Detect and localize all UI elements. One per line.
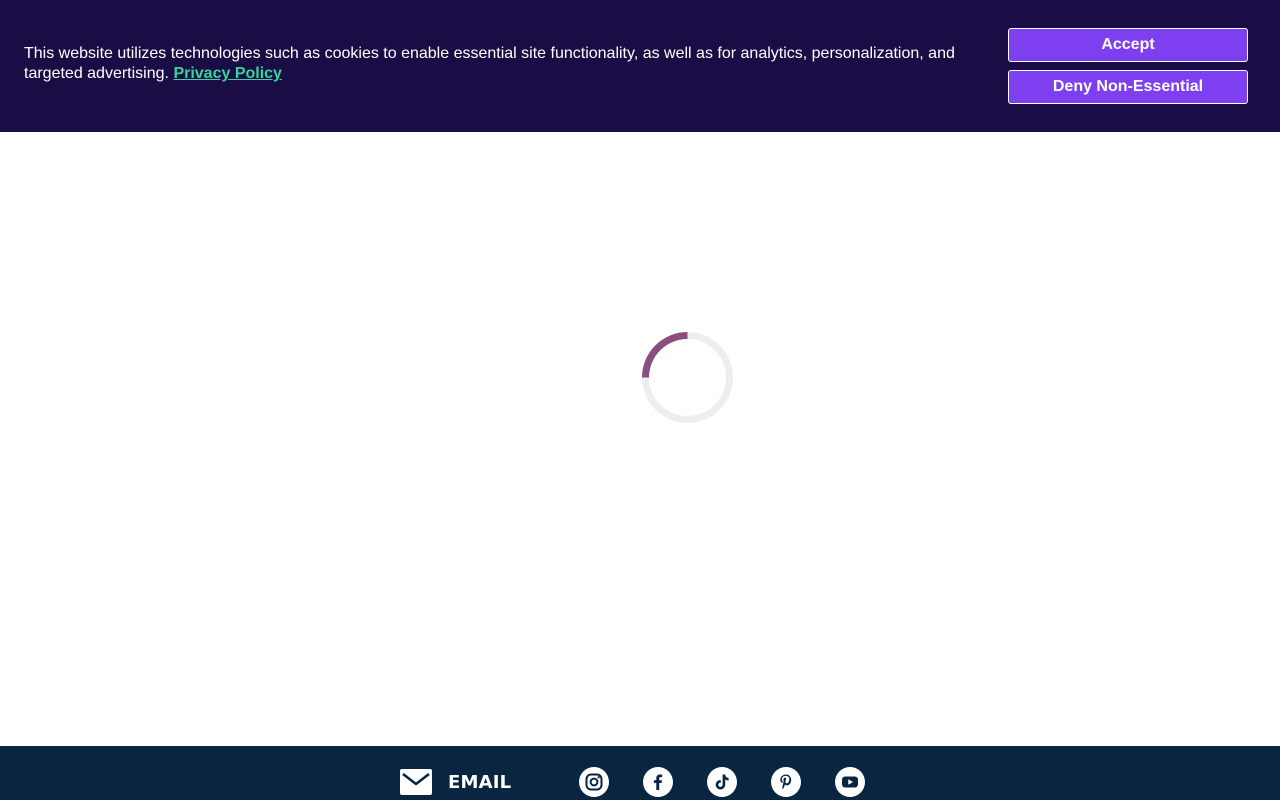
facebook-link[interactable]: [643, 767, 673, 797]
instagram-link[interactable]: [579, 767, 609, 797]
envelope-icon: [400, 769, 432, 795]
youtube-icon: [842, 776, 858, 788]
cookie-message-text: This website utilizes technologies such …: [24, 45, 955, 82]
facebook-icon: [653, 774, 663, 790]
cookie-banner: This website utilizes technologies such …: [0, 0, 1280, 132]
tiktok-link[interactable]: [707, 767, 737, 797]
deny-non-essential-button[interactable]: Deny Non-Essential: [1008, 70, 1248, 104]
tiktok-icon: [715, 774, 729, 790]
cookie-message: This website utilizes technologies such …: [24, 44, 974, 84]
footer: EMAIL: [0, 746, 1280, 800]
email-signup-link[interactable]: EMAIL: [400, 768, 511, 796]
email-label: EMAIL: [448, 771, 512, 793]
loading-spinner-icon: [642, 332, 733, 423]
instagram-icon: [585, 773, 603, 791]
pinterest-link[interactable]: [771, 767, 801, 797]
youtube-link[interactable]: [835, 767, 865, 797]
privacy-policy-link[interactable]: Privacy Policy: [173, 65, 282, 82]
accept-button[interactable]: Accept: [1008, 28, 1248, 62]
pinterest-icon: [780, 774, 792, 790]
